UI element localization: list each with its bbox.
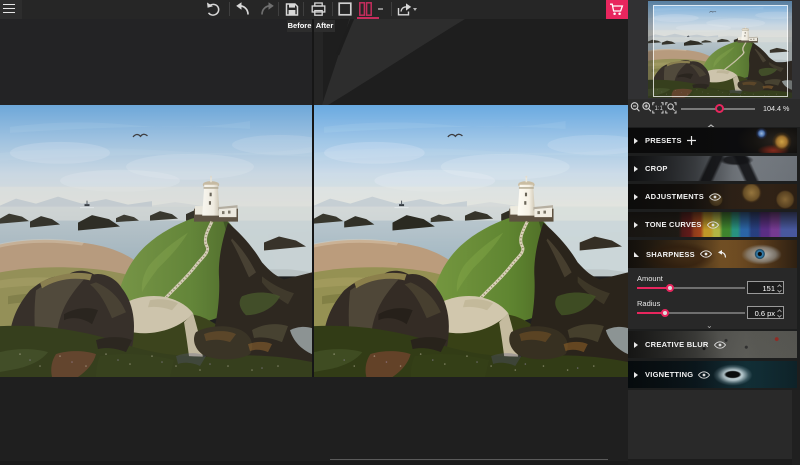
svg-text:1:1: 1:1: [655, 106, 664, 112]
